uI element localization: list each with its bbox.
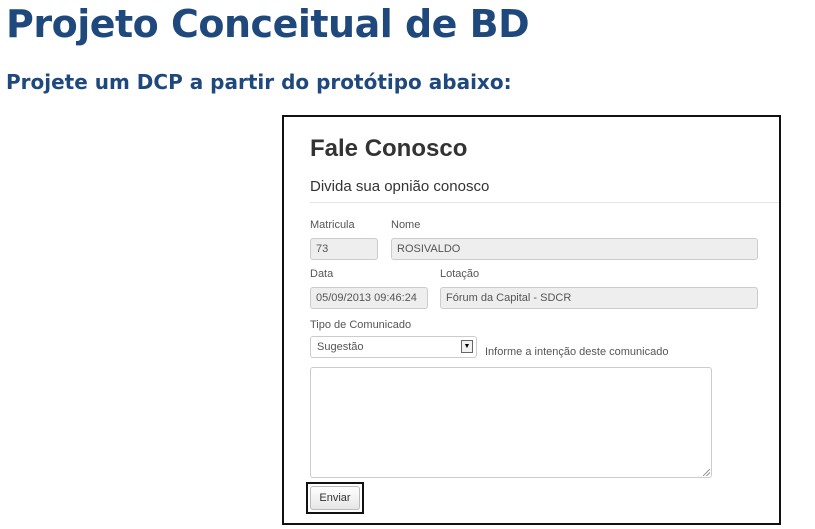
slide-title: Projeto Conceitual de BD [6, 2, 530, 46]
nome-label: Nome [391, 219, 421, 231]
message-textarea[interactable] [310, 367, 712, 478]
message-wrapper [310, 367, 712, 478]
form-legend: Divida sua opnião conosco [310, 178, 490, 195]
matricula-field[interactable]: 73 [310, 238, 378, 260]
tipo-comunicado-hint: Informe a intenção deste comunicado [485, 346, 669, 358]
submit-button[interactable]: Enviar [310, 486, 360, 510]
data-field[interactable]: 05/09/2013 09:46:24 [310, 287, 428, 309]
tipo-comunicado-select[interactable]: Sugestão ▼ [310, 336, 477, 358]
submit-highlight-frame: Enviar [306, 482, 364, 514]
tipo-comunicado-label: Tipo de Comunicado [310, 319, 412, 331]
form-title: Fale Conosco [310, 135, 468, 162]
legend-divider [310, 202, 779, 203]
tipo-comunicado-selected: Sugestão [317, 341, 364, 353]
data-label: Data [310, 268, 334, 280]
nome-field[interactable]: ROSIVALDO [391, 238, 758, 260]
matricula-label: Matricula [310, 219, 355, 231]
chevron-down-icon[interactable]: ▼ [461, 340, 473, 353]
prototype-frame: Fale Conosco Divida sua opnião conosco M… [282, 115, 781, 525]
slide-subtitle: Projete um DCP a partir do protótipo aba… [6, 70, 512, 94]
lotacao-label: Lotação [440, 268, 480, 280]
lotacao-field[interactable]: Fórum da Capital - SDCR [440, 287, 758, 309]
